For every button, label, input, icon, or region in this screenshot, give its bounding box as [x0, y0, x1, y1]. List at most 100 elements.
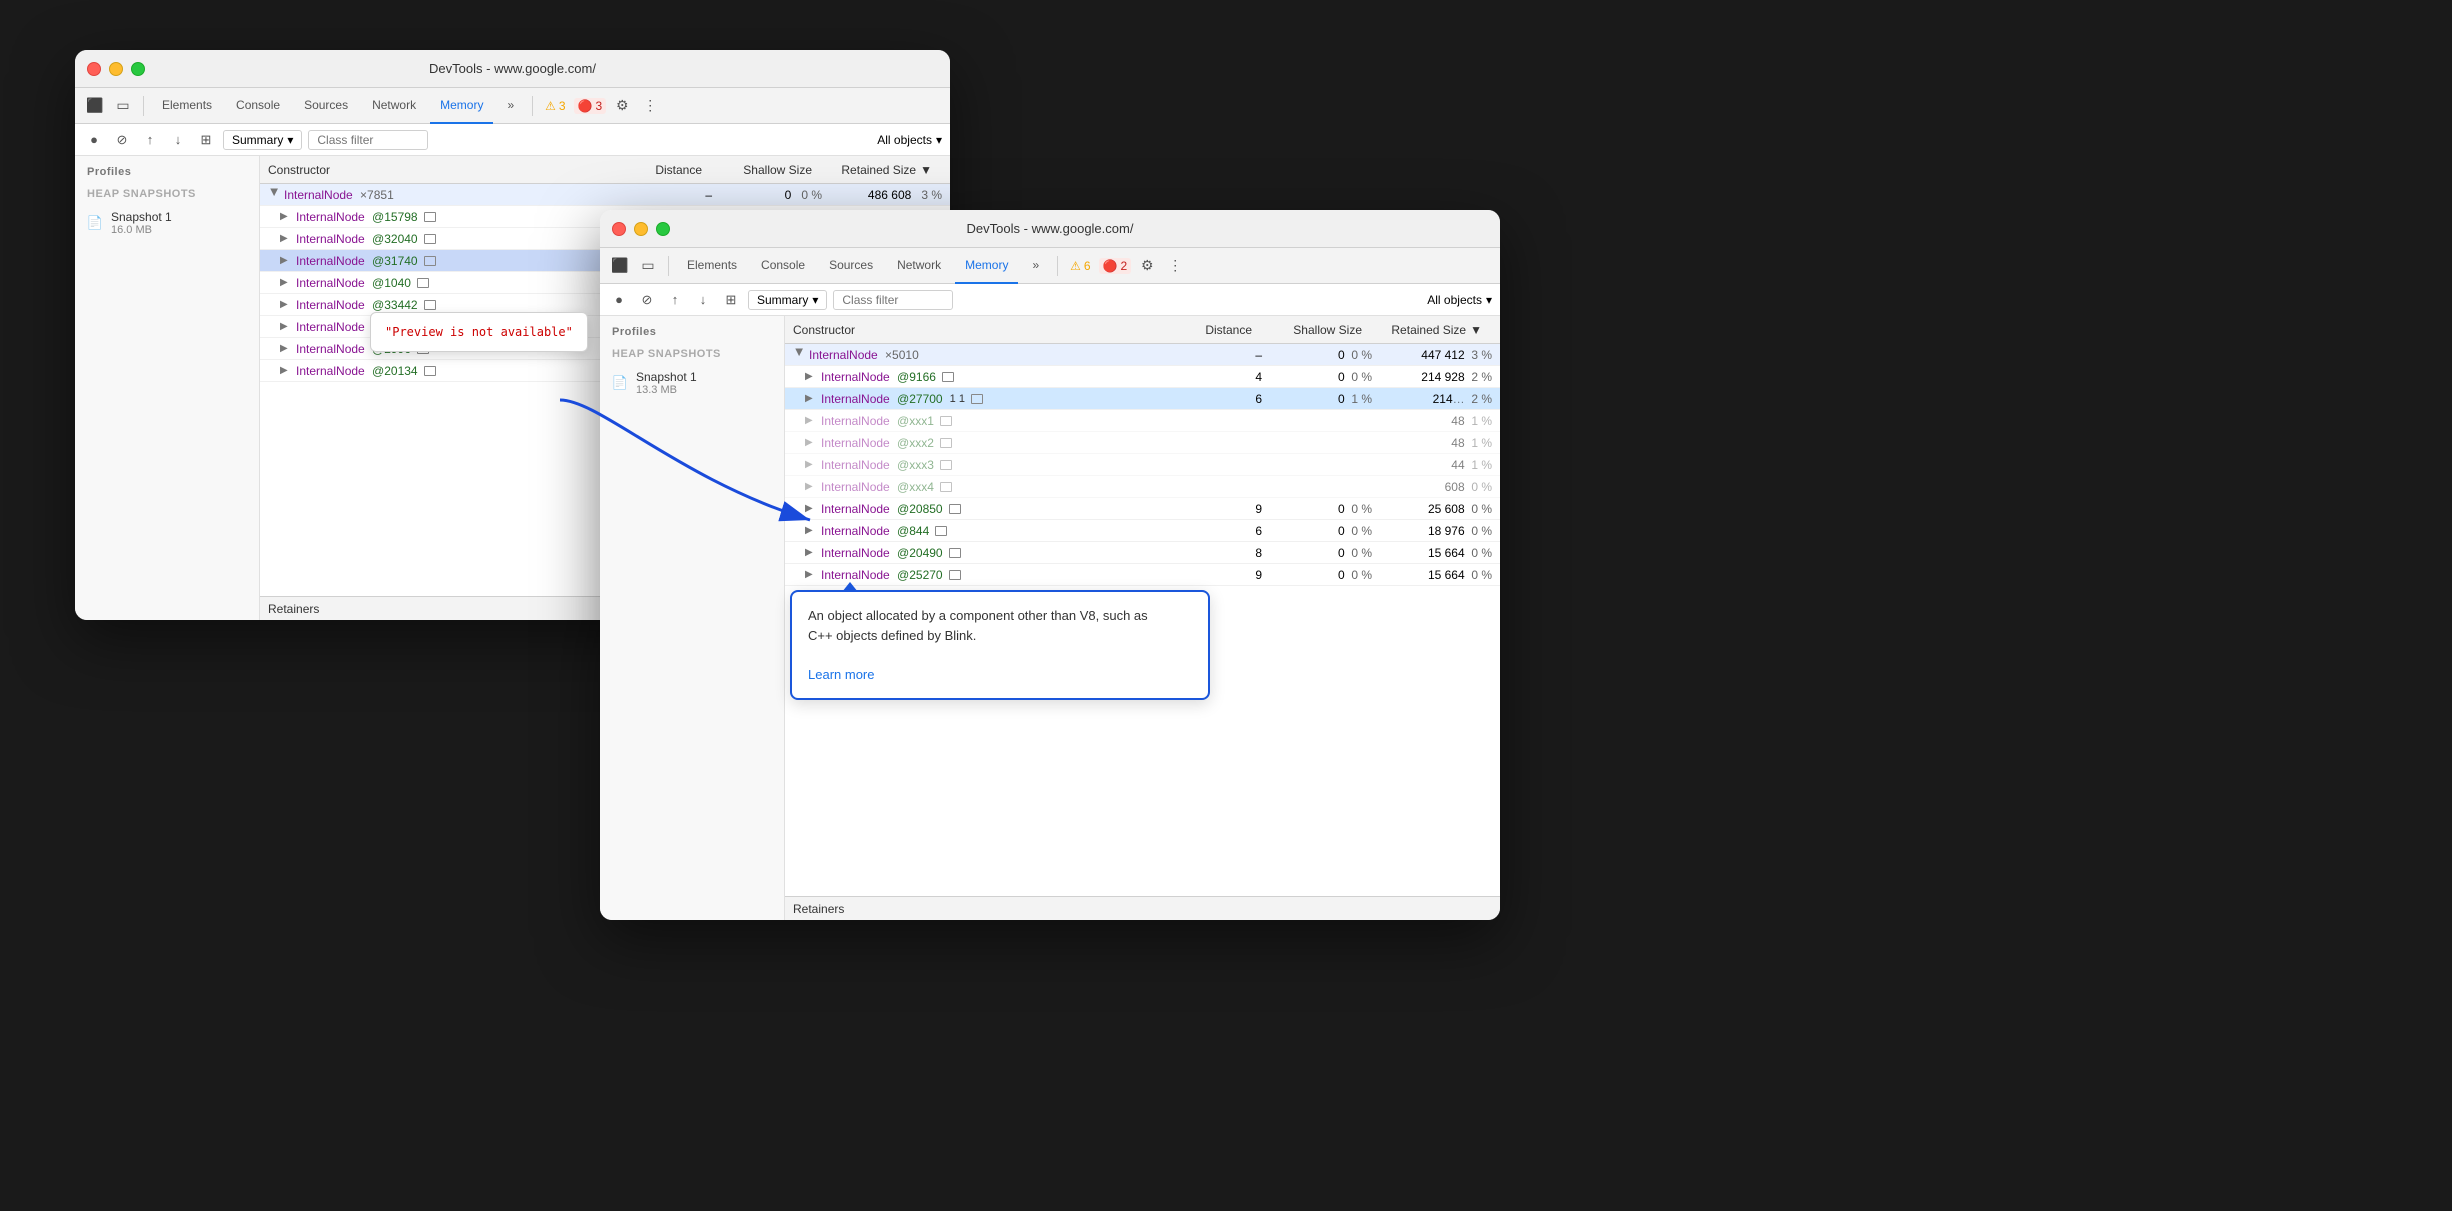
preview-box: "Preview is not available" — [370, 312, 588, 352]
expand-icon[interactable]: ▶ — [280, 255, 292, 266]
table-row[interactable]: ▶ InternalNode @xxx4 608 0 % — [785, 476, 1500, 498]
minimize-button-back[interactable] — [109, 62, 123, 76]
inspect-icon-back[interactable]: ⬛ — [83, 94, 107, 118]
th-shallow-back: Shallow Size — [710, 163, 820, 177]
window-title-front: DevTools - www.google.com/ — [967, 221, 1134, 236]
expand-icon[interactable]: ▶ — [280, 211, 292, 222]
expand-icon[interactable]: ▶ — [805, 569, 817, 580]
sep3 — [668, 256, 669, 276]
table-row[interactable]: ▶ InternalNode ×7851 – 0 0 % 486 608 3 % — [260, 184, 950, 206]
window-icon — [949, 504, 961, 514]
class-filter-back[interactable] — [308, 130, 428, 150]
tab-memory-back[interactable]: Memory — [430, 88, 493, 124]
snapshot-size-back: 16.0 MB — [111, 224, 172, 236]
minimize-button-front[interactable] — [634, 222, 648, 236]
snapshot-file-icon-back: 📄 — [87, 215, 103, 231]
window-icon — [940, 416, 952, 426]
table-row[interactable]: ▶ InternalNode @25270 9 0 0 % 15 664 0 % — [785, 564, 1500, 586]
expand-icon[interactable]: ▶ — [280, 365, 292, 376]
tab-network-front[interactable]: Network — [887, 248, 951, 284]
table-row[interactable]: ▶ InternalNode @xxx3 44 1 % — [785, 454, 1500, 476]
tab-network-back[interactable]: Network — [362, 88, 426, 124]
summary-dropdown-front[interactable]: Summary ▾ — [748, 290, 827, 310]
tab-console-front[interactable]: Console — [751, 248, 815, 284]
more-icon-front[interactable]: ⋮ — [1163, 254, 1187, 278]
maximize-button-back[interactable] — [131, 62, 145, 76]
table-row[interactable]: ▶ InternalNode @xxx1 48 1 % — [785, 410, 1500, 432]
window-icon — [935, 526, 947, 536]
window-icon — [424, 234, 436, 244]
grid-icon-back[interactable]: ⊞ — [195, 129, 217, 151]
window-icon — [942, 372, 954, 382]
summary-dropdown-back[interactable]: Summary ▾ — [223, 130, 302, 150]
tab-more-back[interactable]: » — [497, 88, 524, 124]
sub-toolbar-front: ● ⊘ ↑ ↓ ⊞ Summary ▾ All objects ▾ — [600, 284, 1500, 316]
error-badge-front: 🔴 2 — [1099, 258, 1132, 274]
table-row[interactable]: ▶ InternalNode @20490 8 0 0 % 15 664 0 % — [785, 542, 1500, 564]
expand-icon[interactable]: ▶ — [269, 189, 280, 201]
stop-icon-front[interactable]: ⊘ — [636, 289, 658, 311]
table-row[interactable]: ▶ InternalNode @xxx2 48 1 % — [785, 432, 1500, 454]
tab-sources-back[interactable]: Sources — [294, 88, 358, 124]
th-distance-front: Distance — [1180, 323, 1260, 337]
th-distance-back: Distance — [630, 163, 710, 177]
warning-badge-back: ⚠ 3 — [541, 99, 569, 113]
table-row[interactable]: ▶ InternalNode ×5010 – 0 0 % 447 412 3 % — [785, 344, 1500, 366]
devtools-window-front: DevTools - www.google.com/ ⬛ ▭ Elements … — [600, 210, 1500, 920]
table-row[interactable]: ▶ InternalNode @9166 4 0 0 % 214 928 2 % — [785, 366, 1500, 388]
all-objects-dropdown-front[interactable]: All objects ▾ — [1427, 293, 1492, 307]
sidebar-back: Profiles HEAP SNAPSHOTS 📄 Snapshot 1 16.… — [75, 156, 260, 620]
close-button-back[interactable] — [87, 62, 101, 76]
all-objects-dropdown-back[interactable]: All objects ▾ — [877, 133, 942, 147]
warning-badge-front: ⚠ 6 — [1066, 259, 1094, 273]
window-icon — [417, 278, 429, 288]
settings-icon-back[interactable]: ⚙ — [610, 94, 634, 118]
error-badge-back: 🔴 3 — [574, 98, 607, 114]
expand-icon[interactable]: ▶ — [280, 321, 292, 332]
settings-icon-front[interactable]: ⚙ — [1135, 254, 1159, 278]
title-bar-front: DevTools - www.google.com/ — [600, 210, 1500, 248]
expand-icon[interactable]: ▶ — [280, 233, 292, 244]
device-icon-back[interactable]: ▭ — [111, 94, 135, 118]
heap-snapshots-label-back: HEAP SNAPSHOTS — [75, 182, 259, 204]
tab-console-back[interactable]: Console — [226, 88, 290, 124]
upload-icon-front[interactable]: ↑ — [664, 289, 686, 311]
window-icon — [949, 548, 961, 558]
class-filter-front[interactable] — [833, 290, 953, 310]
table-header-back: Constructor Distance Shallow Size Retain… — [260, 156, 950, 184]
th-shallow-front: Shallow Size — [1260, 323, 1370, 337]
expand-icon[interactable]: ▶ — [794, 349, 805, 361]
traffic-lights-back — [87, 62, 145, 76]
profiles-label-back: Profiles — [75, 156, 259, 182]
tab-bar-back: ⬛ ▭ Elements Console Sources Network Mem… — [75, 88, 950, 124]
download-icon-front[interactable]: ↓ — [692, 289, 714, 311]
table-row[interactable]: ▶ InternalNode @27700 1 1 6 0 1 % 214… 2… — [785, 388, 1500, 410]
upload-icon-back[interactable]: ↑ — [139, 129, 161, 151]
learn-more-link[interactable]: Learn more — [808, 667, 874, 682]
record-icon-back[interactable]: ● — [83, 129, 105, 151]
snapshot-item-back[interactable]: 📄 Snapshot 1 16.0 MB — [75, 204, 259, 242]
tab-more-front[interactable]: » — [1022, 248, 1049, 284]
expand-icon[interactable]: ▶ — [280, 343, 292, 354]
table-row[interactable]: ▶ InternalNode @20850 9 0 0 % 25 608 0 % — [785, 498, 1500, 520]
more-icon-back[interactable]: ⋮ — [638, 94, 662, 118]
device-icon-front[interactable]: ▭ — [636, 254, 660, 278]
record-icon-front[interactable]: ● — [608, 289, 630, 311]
expand-icon[interactable]: ▶ — [280, 277, 292, 288]
th-constructor-front: Constructor — [785, 323, 1180, 337]
maximize-button-front[interactable] — [656, 222, 670, 236]
traffic-lights-front — [612, 222, 670, 236]
tab-elements-front[interactable]: Elements — [677, 248, 747, 284]
tab-memory-front[interactable]: Memory — [955, 248, 1018, 284]
close-button-front[interactable] — [612, 222, 626, 236]
tab-sources-front[interactable]: Sources — [819, 248, 883, 284]
sep1 — [143, 96, 144, 116]
window-icon — [424, 366, 436, 376]
download-icon-back[interactable]: ↓ — [167, 129, 189, 151]
expand-icon[interactable]: ▶ — [280, 299, 292, 310]
tab-elements-back[interactable]: Elements — [152, 88, 222, 124]
stop-icon-back[interactable]: ⊘ — [111, 129, 133, 151]
table-row[interactable]: ▶ InternalNode @844 6 0 0 % 18 976 0 % — [785, 520, 1500, 542]
grid-icon-front[interactable]: ⊞ — [720, 289, 742, 311]
inspect-icon-front[interactable]: ⬛ — [608, 254, 632, 278]
